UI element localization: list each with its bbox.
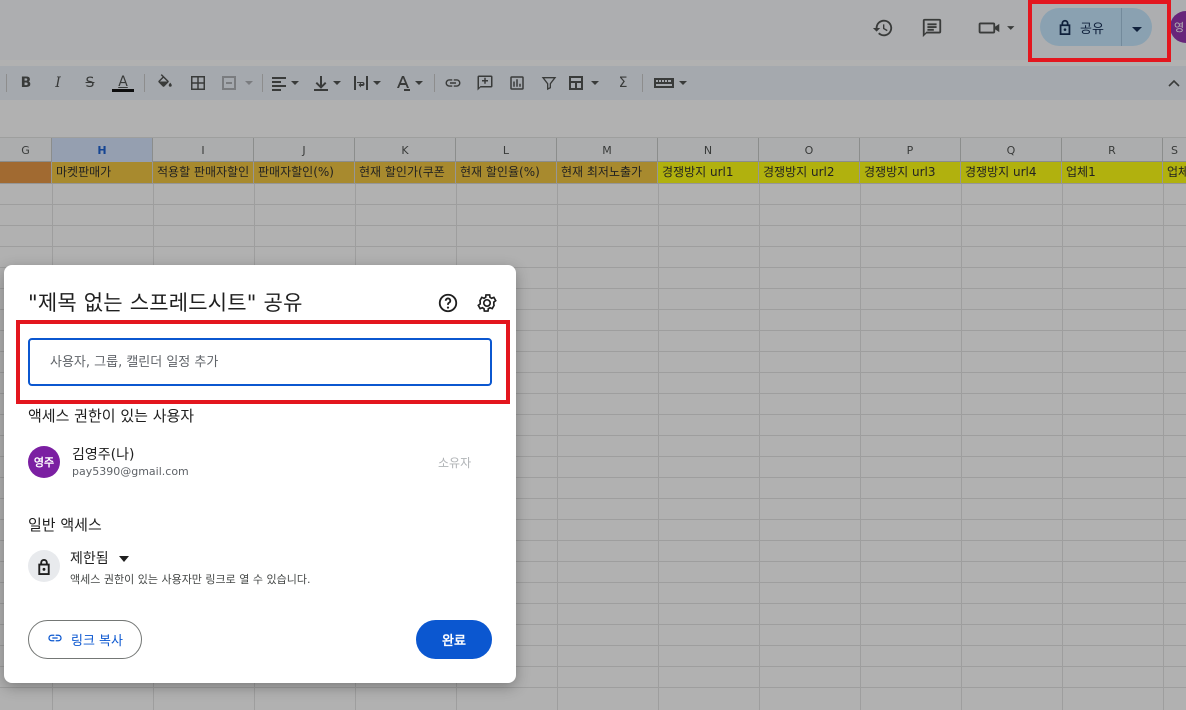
copy-link-label: 링크 복사 [71,634,123,649]
avatar: 영주 [28,446,60,478]
access-description: 액세스 권한이 있는 사용자만 링크로 열 수 있습니다. [70,573,311,586]
share-dialog: "제목 없는 스프레드시트" 공유 액세스 권한이 있는 사용자 영주 김영주(… [4,265,516,683]
add-people-input[interactable] [28,338,492,386]
gear-icon[interactable] [476,292,498,314]
done-button[interactable]: 완료 [416,620,492,659]
copy-link-button[interactable]: 링크 복사 [28,620,142,659]
help-icon[interactable] [437,292,459,314]
general-access-heading: 일반 액세스 [28,516,102,534]
user-email: pay5390@gmail.com [72,465,189,478]
dialog-title: "제목 없는 스프레드시트" 공유 [28,291,303,315]
link-icon [47,630,63,650]
user-role: 소유자 [438,456,472,470]
lock-icon [28,550,60,582]
general-access-dropdown[interactable]: 제한됨 [70,548,129,568]
access-level-label: 제한됨 [70,551,109,567]
user-name: 김영주(나) [72,447,135,463]
people-with-access-heading: 액세스 권한이 있는 사용자 [28,407,195,425]
caret-down-icon [118,550,129,566]
